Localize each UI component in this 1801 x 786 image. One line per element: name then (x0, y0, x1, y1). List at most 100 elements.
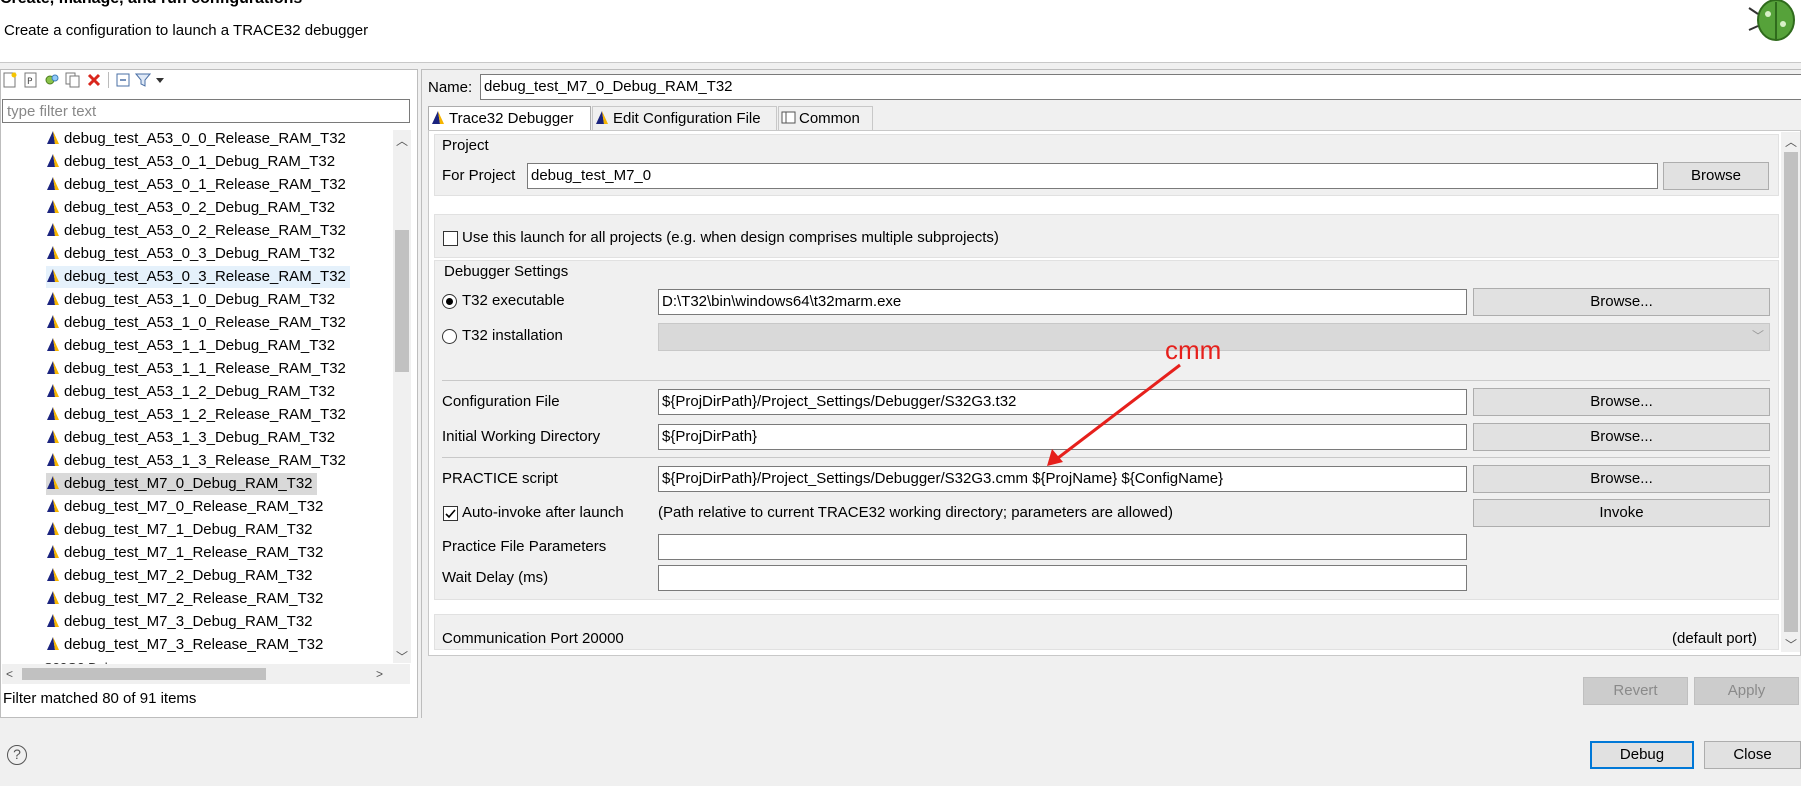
tree-item-label: debug_test_A53_0_0_Release_RAM_T32 (64, 130, 346, 147)
scroll-down-icon[interactable]: ﹀ (396, 648, 408, 665)
debug-bug-icon (1748, 0, 1795, 41)
tree-item[interactable]: debug_test_A53_1_1_Debug_RAM_T32 (46, 335, 339, 357)
dialog-title: Create, manage, and run configurations (0, 0, 302, 8)
tree-item[interactable]: debug_test_A53_0_1_Release_RAM_T32 (46, 174, 350, 196)
name-label: Name: (428, 79, 473, 96)
filter-input[interactable] (2, 99, 410, 123)
trace32-launch-icon (432, 111, 444, 124)
tab-label: Edit Configuration File (613, 110, 761, 127)
wait-delay-label: Wait Delay (ms) (442, 569, 549, 586)
browse-practice-script-button[interactable]: Browse... (1473, 465, 1770, 493)
auto-invoke-label: Auto-invoke after launch (462, 504, 624, 521)
tree-item[interactable]: debug_test_M7_1_Release_RAM_T32 (46, 542, 327, 564)
filter-status: Filter matched 80 of 91 items (3, 690, 197, 707)
content-vertical-scroll-thumb[interactable] (1784, 152, 1798, 632)
delete-config-icon[interactable] (86, 72, 102, 88)
t32-executable-radio[interactable] (442, 294, 457, 309)
tree-item[interactable]: debug_test_M7_2_Release_RAM_T32 (46, 588, 327, 610)
tree-item[interactable]: debug_test_A53_0_2_Debug_RAM_T32 (46, 197, 339, 219)
t32-executable-input[interactable]: D:\T32\bin\windows64\t32marm.exe (658, 289, 1467, 315)
project-group-title: Project (442, 137, 489, 154)
scroll-left-icon[interactable]: < (6, 667, 13, 681)
tree-item[interactable]: debug_test_M7_1_Debug_RAM_T32 (46, 519, 317, 541)
trace32-launch-icon (47, 246, 59, 259)
tree-item[interactable]: debug_test_A53_1_1_Release_RAM_T32 (46, 358, 350, 380)
tree-item[interactable]: debug_test_A53_0_2_Release_RAM_T32 (46, 220, 350, 242)
tree-item-label: debug_test_M7_1_Debug_RAM_T32 (64, 521, 313, 538)
config-name-input[interactable]: debug_test_M7_0_Debug_RAM_T32 (480, 74, 1801, 100)
filter-icon[interactable] (135, 72, 151, 88)
tree-item[interactable]: debug_test_A53_0_3_Debug_RAM_T32 (46, 243, 339, 265)
trace32-launch-icon (47, 476, 59, 489)
trace32-launch-icon (47, 384, 59, 397)
common-tab-icon (781, 111, 796, 124)
tree-item-label: debug_test_M7_3_Release_RAM_T32 (64, 636, 324, 653)
tree-item-label: debug_test_M7_3_Debug_RAM_T32 (64, 613, 313, 630)
tab-label: Trace32 Debugger (449, 110, 574, 127)
initial-dir-input[interactable]: ${ProjDirPath} (658, 424, 1467, 450)
tree-item[interactable]: debug_test_M7_0_Release_RAM_T32 (46, 496, 327, 518)
tree-item[interactable]: debug_test_M7_2_Debug_RAM_T32 (46, 565, 317, 587)
for-project-input[interactable]: debug_test_M7_0 (527, 163, 1658, 189)
scroll-up-icon[interactable]: ︿ (1785, 133, 1797, 150)
tab-edit-configuration-file[interactable]: Edit Configuration File (592, 106, 777, 130)
invoke-button[interactable]: Invoke (1473, 499, 1770, 527)
close-button[interactable]: Close (1704, 741, 1801, 769)
tree-item-label: debug_test_M7_0_Release_RAM_T32 (64, 498, 324, 515)
tree-item[interactable]: debug_test_A53_1_0_Release_RAM_T32 (46, 312, 350, 334)
tree-item[interactable]: debug_test_A53_0_3_Release_RAM_T32 (46, 266, 350, 288)
tree-item-label: debug_test_A53_0_3_Release_RAM_T32 (64, 268, 346, 285)
trace32-launch-icon (47, 545, 59, 558)
auto-invoke-checkbox[interactable] (443, 506, 458, 521)
help-icon[interactable]: ? (7, 745, 27, 765)
new-prototype-icon[interactable]: P (23, 72, 39, 88)
tree-item[interactable]: debug_test_A53_0_1_Debug_RAM_T32 (46, 151, 339, 173)
browse-project-button[interactable]: Browse (1663, 162, 1769, 190)
tree-item-label: debug_test_M7_2_Debug_RAM_T32 (64, 567, 313, 584)
tree-horizontal-scroll-thumb[interactable] (22, 668, 266, 680)
trace32-launch-icon (47, 453, 59, 466)
wait-delay-input[interactable] (658, 565, 1467, 591)
tree-item[interactable]: debug_test_M7_0_Debug_RAM_T32 (46, 473, 317, 495)
tree-item[interactable]: debug_test_A53_1_2_Release_RAM_T32 (46, 404, 350, 426)
trace32-launch-icon (47, 154, 59, 167)
chevron-down-icon: ﹀ (1752, 329, 1765, 343)
tree-item-label: debug_test_A53_1_3_Release_RAM_T32 (64, 452, 346, 469)
scroll-up-icon[interactable]: ︿ (396, 132, 408, 149)
browse-config-file-button[interactable]: Browse... (1473, 388, 1770, 416)
practice-params-input[interactable] (658, 534, 1467, 560)
t32-installation-radio[interactable] (442, 329, 457, 344)
tab-trace32-debugger[interactable]: Trace32 Debugger (428, 106, 591, 130)
export-config-icon[interactable] (44, 72, 60, 88)
tab-common[interactable]: Common (778, 106, 873, 130)
tree-item[interactable]: debug_test_M7_3_Release_RAM_T32 (46, 634, 327, 656)
chevron-down-icon[interactable] (152, 72, 168, 88)
browse-initial-dir-button[interactable]: Browse... (1473, 423, 1770, 451)
svg-text:P: P (27, 77, 33, 87)
use-launch-checkbox[interactable] (443, 231, 458, 246)
scroll-down-icon[interactable]: ﹀ (1785, 636, 1797, 653)
tree-item[interactable]: debug_test_A53_1_3_Debug_RAM_T32 (46, 427, 339, 449)
tree-item[interactable]: debug_test_A53_0_0_Release_RAM_T32 (46, 128, 350, 150)
tree-item[interactable]: debug_test_M7_3_Debug_RAM_T32 (46, 611, 317, 633)
debug-button[interactable]: Debug (1590, 741, 1694, 769)
config-file-input[interactable]: ${ProjDirPath}/Project_Settings/Debugger… (658, 389, 1467, 415)
trace32-launch-icon (47, 177, 59, 190)
tree-item[interactable]: debug_test_A53_1_2_Debug_RAM_T32 (46, 381, 339, 403)
practice-script-input[interactable]: ${ProjDirPath}/Project_Settings/Debugger… (658, 466, 1467, 492)
browse-executable-button[interactable]: Browse... (1473, 288, 1770, 316)
revert-button[interactable]: Revert (1583, 677, 1688, 705)
tree-vertical-scroll-thumb[interactable] (395, 230, 409, 372)
apply-button[interactable]: Apply (1694, 677, 1799, 705)
new-config-icon[interactable] (2, 72, 18, 88)
tree-item[interactable]: debug_test_A53_1_0_Debug_RAM_T32 (46, 289, 339, 311)
communication-group (434, 614, 1779, 650)
tree-vertical-scrollbar[interactable] (393, 130, 411, 663)
tree-item[interactable]: debug_test_A53_1_3_Release_RAM_T32 (46, 450, 350, 472)
communication-port-label: Communication Port 20000 (442, 630, 624, 647)
dialog-subtitle: Create a configuration to launch a TRACE… (4, 22, 369, 39)
scroll-right-icon[interactable]: > (376, 667, 383, 681)
trace32-launch-icon (47, 292, 59, 305)
duplicate-config-icon[interactable] (65, 72, 81, 88)
collapse-all-icon[interactable] (115, 72, 131, 88)
